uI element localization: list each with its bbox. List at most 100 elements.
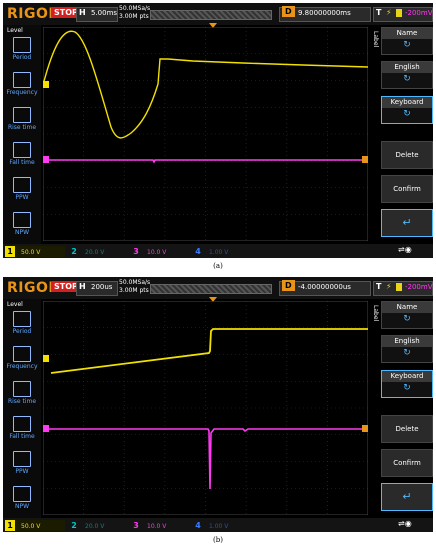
name-button[interactable]: Name ↻ [381, 301, 433, 329]
channel-3-box[interactable]: 3 10.0 V [131, 520, 189, 531]
usb-icon: ⇌◉ [398, 519, 412, 528]
ch1-trace [50, 328, 368, 374]
channel-number: 1 [5, 520, 15, 531]
trigger-level-marker[interactable] [362, 425, 368, 432]
measure-ppw[interactable]: PPW [5, 451, 39, 475]
rise-time-icon [13, 107, 31, 123]
usb-icon: ⇌◉ [398, 245, 412, 254]
keyboard-button[interactable]: Keyboard ↻ [381, 370, 433, 398]
sample-rate: 50.0MSa/s [119, 279, 151, 286]
measure-period[interactable]: Period [5, 37, 39, 61]
channel-1-box[interactable]: 1 50.0 V [5, 520, 65, 531]
scope-screen-b: RIGOL STOP H 200us 50.0MSa/s 3.00M pts D… [3, 277, 433, 532]
npw-icon [13, 212, 31, 228]
timebase-box[interactable]: H 5.00ms [76, 7, 118, 22]
measure-frequency[interactable]: Frequency [5, 346, 39, 370]
channel-number: 2 [71, 521, 77, 530]
memory-strip [150, 10, 272, 20]
channel-number: 1 [5, 246, 15, 257]
channel-number: 4 [195, 521, 201, 530]
trigger-box[interactable]: T ⚡ -200mV [373, 7, 433, 22]
delay-value: 9.80000000ms [298, 9, 351, 17]
delay-box[interactable]: D -4.00000000us [279, 280, 371, 296]
delete-button[interactable]: Delete [381, 141, 433, 169]
refresh-icon: ↻ [403, 40, 411, 50]
refresh-icon: ↻ [403, 348, 411, 358]
keyboard-button-label: Keyboard [382, 371, 432, 382]
label-tab: Label [372, 305, 379, 322]
channel-scale: 20.0 V [85, 249, 105, 256]
channel-number: 4 [195, 247, 201, 256]
confirm-button[interactable]: Confirm [381, 175, 433, 203]
confirm-button-label: Confirm [393, 185, 421, 193]
refresh-icon: ↻ [403, 383, 411, 393]
period-icon [13, 37, 31, 53]
channel-4-box[interactable]: 4 1.00 V [193, 246, 251, 257]
measure-label: Fall time [9, 159, 35, 166]
measure-label: Rise time [7, 398, 37, 405]
ch1-ground-marker[interactable] [43, 355, 49, 362]
waveform-display[interactable] [43, 27, 368, 241]
trigger-edge-icon: ⚡ [386, 282, 392, 291]
ch3-ground-marker[interactable] [43, 156, 49, 163]
measure-fall-time[interactable]: Fall time [5, 416, 39, 440]
measure-npw[interactable]: NPW [5, 486, 39, 510]
measure-label: NPW [14, 229, 30, 236]
measure-label: Frequency [6, 363, 38, 370]
timebase-label: H [79, 8, 86, 17]
enter-icon: ↵ [402, 490, 412, 503]
delay-label: D [282, 280, 295, 291]
delay-box[interactable]: D 9.80000000ms [279, 6, 371, 22]
frequency-icon [13, 72, 31, 88]
confirm-button[interactable]: Confirm [381, 449, 433, 477]
ch3-ground-marker[interactable] [43, 425, 49, 432]
refresh-icon: ↻ [403, 109, 411, 119]
enter-button[interactable]: ↵ [381, 483, 433, 511]
measure-period[interactable]: Period [5, 311, 39, 335]
ppw-icon [13, 177, 31, 193]
trigger-level: -200mV [405, 9, 433, 17]
measure-label: Frequency [6, 89, 38, 96]
fall-time-icon [13, 142, 31, 158]
measure-npw[interactable]: NPW [5, 212, 39, 236]
timebase-box[interactable]: H 200us [76, 281, 118, 296]
channel-2-box[interactable]: 2 20.0 V [69, 520, 127, 531]
trigger-edge-icon: ⚡ [386, 8, 392, 17]
sidebar-title: Level [7, 301, 23, 308]
delete-button-label: Delete [395, 151, 419, 159]
channel-scale: 10.0 V [147, 249, 167, 256]
channel-3-box[interactable]: 3 10.0 V [131, 246, 189, 257]
trigger-label: T [376, 8, 382, 17]
delete-button-label: Delete [395, 425, 419, 433]
trigger-box[interactable]: T ⚡ -200mV [373, 281, 433, 296]
graticule [43, 301, 368, 515]
measure-label: Period [12, 54, 32, 61]
timebase-value: 200us [91, 283, 113, 291]
name-button-label: Name [382, 28, 432, 39]
memory-depth: 3.00M pts [119, 287, 149, 294]
name-button-label: Name [382, 302, 432, 313]
trigger-level: -200mV [405, 283, 433, 291]
ch1-ground-marker[interactable] [43, 81, 49, 88]
measure-ppw[interactable]: PPW [5, 177, 39, 201]
waveform-display[interactable] [43, 301, 368, 515]
enter-button[interactable]: ↵ [381, 209, 433, 237]
english-button[interactable]: English ↻ [381, 61, 433, 89]
keyboard-button[interactable]: Keyboard ↻ [381, 96, 433, 124]
measure-rise-time[interactable]: Rise time [5, 381, 39, 405]
acquisition-info: 50.0MSa/s 3.00M pts [119, 5, 150, 21]
measure-fall-time[interactable]: Fall time [5, 142, 39, 166]
fall-time-icon [13, 416, 31, 432]
channel-2-box[interactable]: 2 20.0 V [69, 246, 127, 257]
trigger-level-marker[interactable] [362, 156, 368, 163]
channel-4-box[interactable]: 4 1.00 V [193, 520, 251, 531]
delete-button[interactable]: Delete [381, 415, 433, 443]
measure-sidebar: Level Period Frequency Rise time Fall ti… [3, 299, 41, 519]
name-button[interactable]: Name ↻ [381, 27, 433, 55]
channel-1-box[interactable]: 1 50.0 V [5, 246, 65, 257]
measure-frequency[interactable]: Frequency [5, 72, 39, 96]
english-button-label: English [382, 62, 432, 73]
english-button[interactable]: English ↻ [381, 335, 433, 363]
measure-rise-time[interactable]: Rise time [5, 107, 39, 131]
status-bar: RIGOL STOP H 200us 50.0MSa/s 3.00M pts D… [3, 277, 433, 299]
